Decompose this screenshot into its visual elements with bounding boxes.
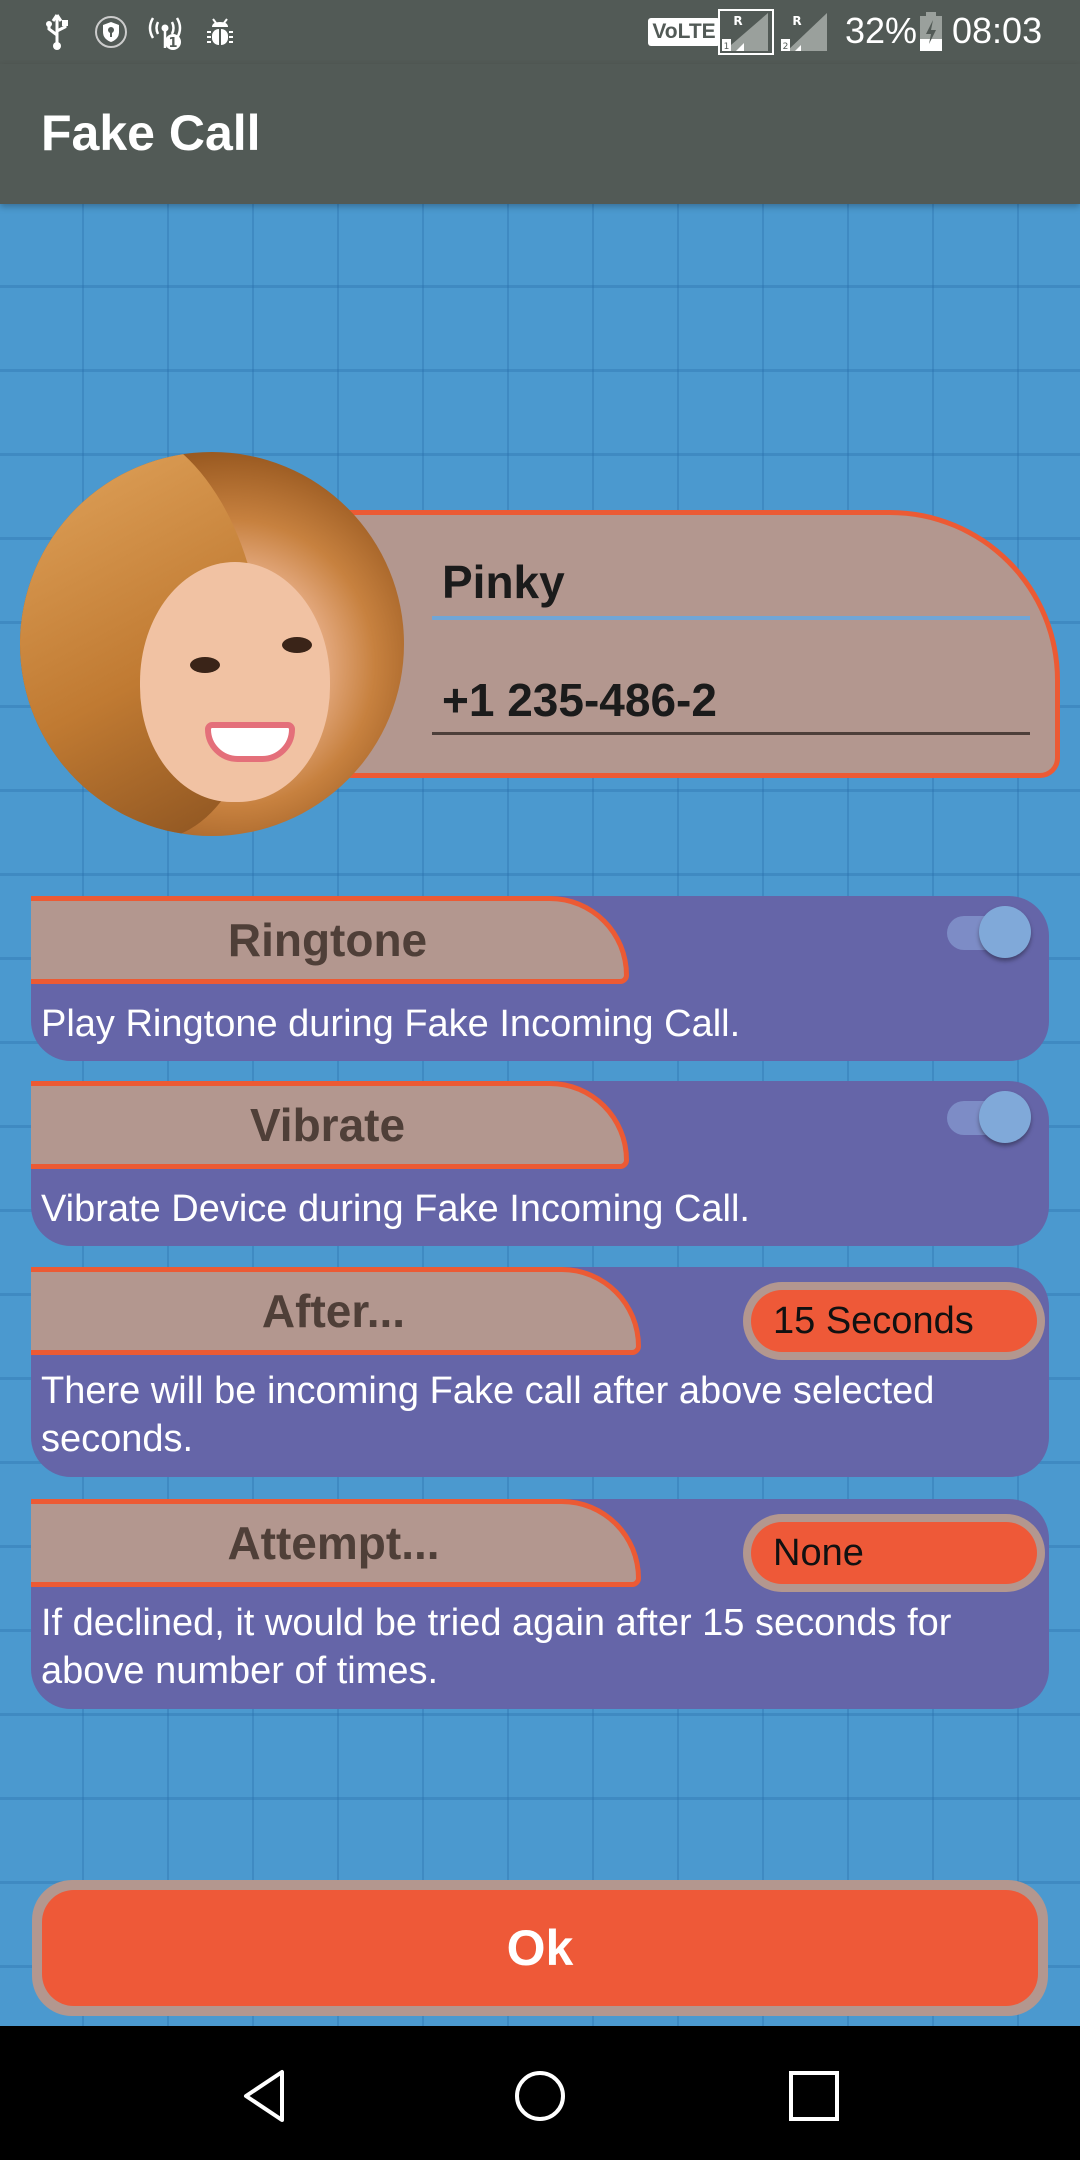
contact-avatar[interactable] bbox=[20, 452, 404, 836]
clock: 08:03 bbox=[952, 10, 1043, 51]
avatar-face bbox=[140, 562, 330, 802]
setting-attempt: Attempt... None If declined, it would be… bbox=[31, 1499, 1049, 1709]
navigation-bar bbox=[0, 2026, 1080, 2160]
status-bar: 1 VoLTE 1R 2R 32% 08:03 bbox=[0, 0, 1080, 64]
ok-button-label: Ok bbox=[42, 1890, 1038, 2006]
setting-vibrate-description: Vibrate Device during Fake Incoming Call… bbox=[41, 1188, 750, 1230]
battery-percent: 32% bbox=[845, 10, 918, 51]
recents-icon[interactable] bbox=[774, 2056, 854, 2136]
svg-text:2: 2 bbox=[783, 42, 789, 52]
setting-after-title: After... bbox=[31, 1267, 641, 1355]
toggle-thumb bbox=[979, 906, 1031, 958]
setting-attempt-description: If declined, it would be tried again aft… bbox=[41, 1602, 952, 1692]
vibrate-toggle[interactable] bbox=[947, 1087, 1037, 1147]
after-dropdown-value: 15 Seconds bbox=[751, 1290, 1037, 1352]
debug-bug-icon bbox=[204, 12, 236, 52]
usb-icon bbox=[40, 12, 74, 52]
toggle-thumb bbox=[979, 1091, 1031, 1143]
sim1-signal-icon: 1R bbox=[716, 9, 776, 55]
vpn-shield-icon bbox=[94, 12, 128, 52]
home-icon[interactable] bbox=[500, 2056, 580, 2136]
setting-attempt-title: Attempt... bbox=[31, 1499, 641, 1587]
svg-text:1: 1 bbox=[724, 42, 730, 52]
avatar-eye bbox=[190, 657, 220, 673]
avatar-eye bbox=[282, 637, 312, 653]
setting-ringtone-description: Play Ringtone during Fake Incoming Call. bbox=[41, 1003, 741, 1045]
sim2-signal-icon: 2R bbox=[780, 12, 836, 52]
attempt-dropdown[interactable]: None bbox=[743, 1514, 1045, 1592]
attempt-dropdown-value: None bbox=[751, 1522, 1037, 1584]
battery-charging-icon bbox=[918, 12, 944, 52]
setting-ringtone: Ringtone Play Ringtone during Fake Incom… bbox=[31, 896, 1049, 1061]
contact-name-input[interactable]: Pinky bbox=[432, 555, 1030, 620]
setting-after-description: There will be incoming Fake call after a… bbox=[41, 1370, 935, 1460]
volte-badge: VoLTE bbox=[648, 12, 720, 52]
svg-text:R: R bbox=[792, 14, 801, 28]
hotspot-icon: 1 bbox=[145, 12, 185, 52]
after-dropdown[interactable]: 15 Seconds bbox=[743, 1282, 1045, 1360]
contact-card bbox=[300, 510, 1060, 778]
ok-button[interactable]: Ok bbox=[32, 1880, 1048, 2016]
svg-text:1: 1 bbox=[168, 36, 177, 51]
setting-vibrate-title: Vibrate bbox=[31, 1081, 629, 1169]
app-bar: Fake Call bbox=[0, 64, 1080, 204]
setting-vibrate: Vibrate Vibrate Device during Fake Incom… bbox=[31, 1081, 1049, 1246]
setting-ringtone-title: Ringtone bbox=[31, 896, 629, 984]
back-icon[interactable] bbox=[225, 2056, 305, 2136]
setting-after: After... 15 Seconds There will be incomi… bbox=[31, 1267, 1049, 1477]
contact-phone-input[interactable]: +1 235-486-2 bbox=[432, 673, 1030, 735]
page-title: Fake Call bbox=[41, 105, 261, 161]
ringtone-toggle[interactable] bbox=[947, 902, 1037, 962]
svg-text:R: R bbox=[733, 14, 742, 28]
